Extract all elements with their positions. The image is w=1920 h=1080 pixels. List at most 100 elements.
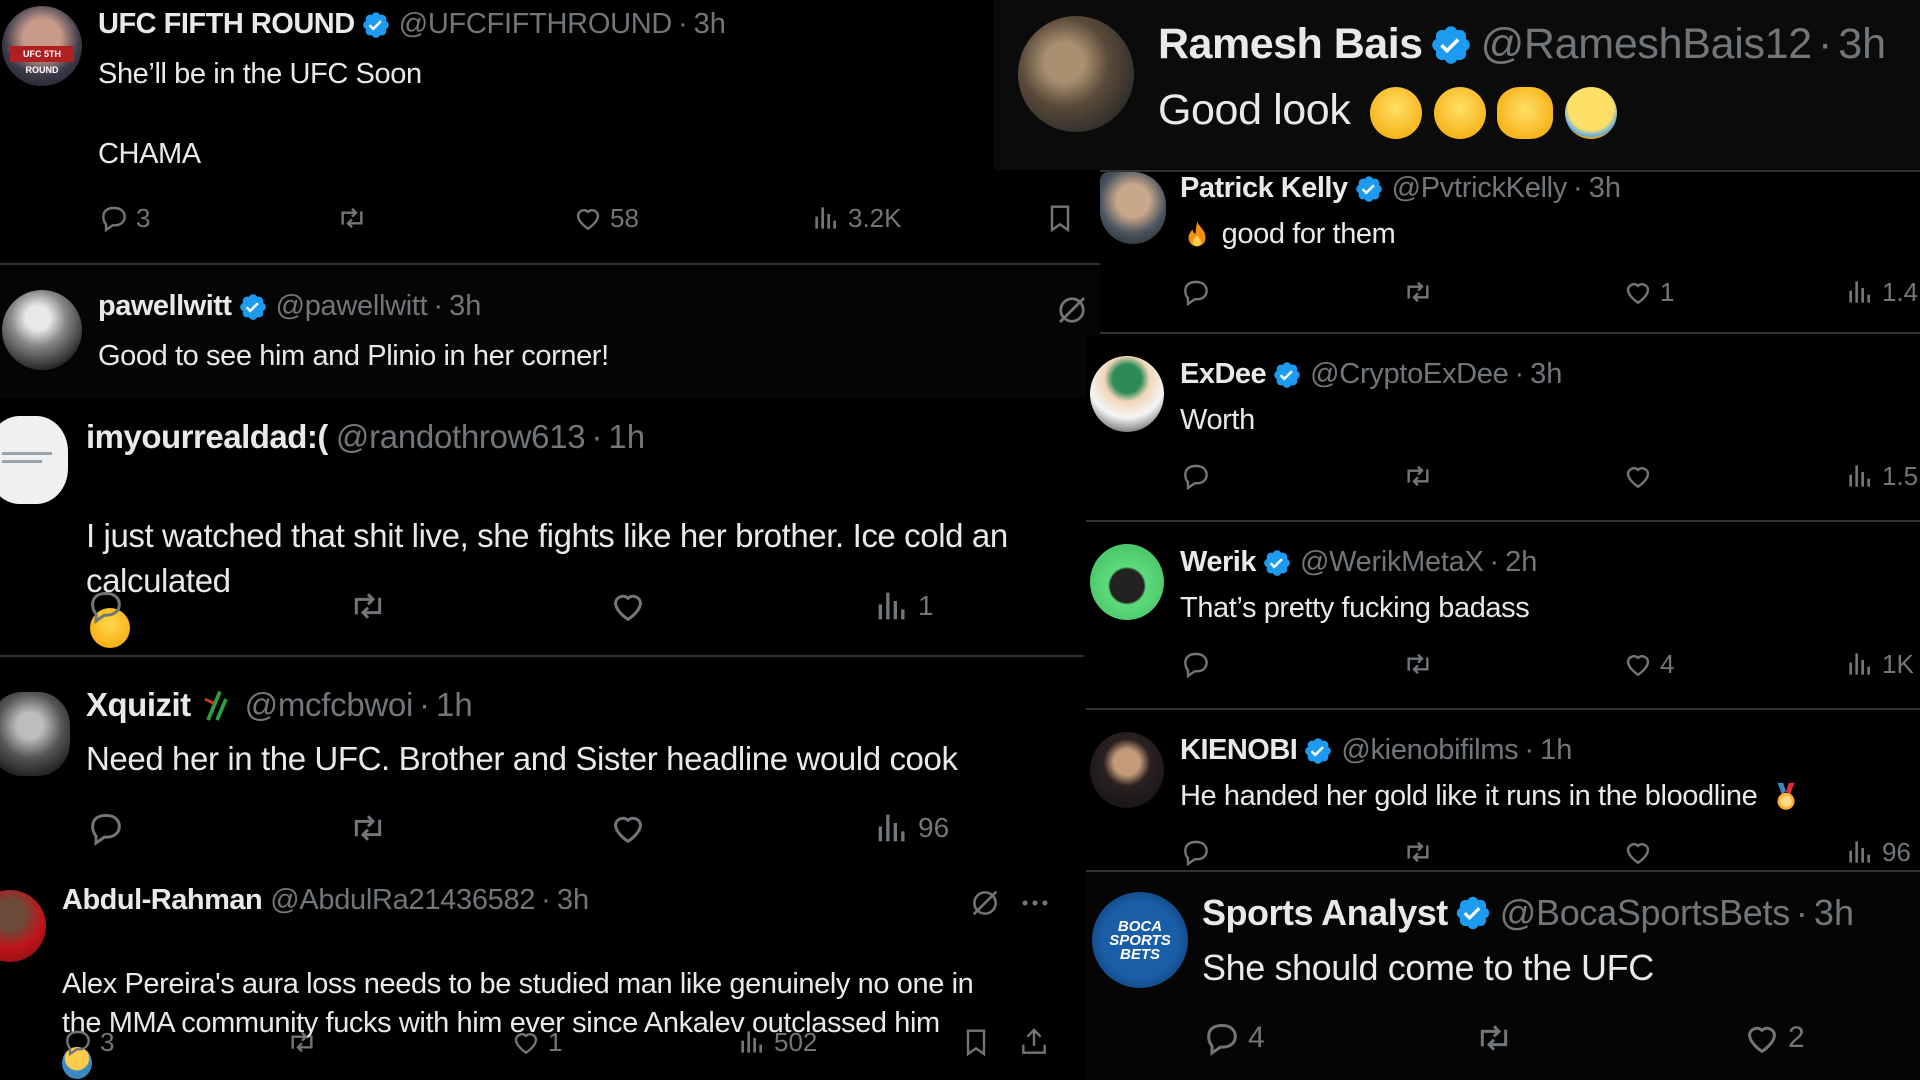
author-name[interactable]: pawellwitt bbox=[98, 290, 232, 323]
like-button[interactable] bbox=[608, 586, 648, 626]
author-name[interactable]: Xquizit bbox=[86, 686, 191, 724]
author-handle[interactable]: @BocaSportsBets bbox=[1500, 892, 1790, 934]
views-button[interactable]: 1K bbox=[1844, 648, 1914, 680]
avatar[interactable]: BOCA SPORTS BETS bbox=[1092, 892, 1188, 988]
timestamp[interactable]: 3h bbox=[557, 884, 589, 917]
author-name[interactable]: KIENOBI bbox=[1180, 734, 1298, 767]
tweet-abdul-rahman[interactable]: Abdul-Rahman @AbdulRa21436582 · 3h Alex … bbox=[0, 872, 1084, 1080]
like-button[interactable]: 1 bbox=[510, 1026, 562, 1058]
heart-icon bbox=[1626, 283, 1650, 305]
avatar[interactable] bbox=[0, 416, 68, 504]
author-name[interactable]: UFC FIFTH ROUND bbox=[98, 8, 355, 41]
tweet-exdee[interactable]: ExDee @CryptoExDee · 3h Worth 1.5 bbox=[1086, 336, 1920, 520]
views-button[interactable]: 96 bbox=[1844, 836, 1911, 868]
author-handle[interactable]: @WerikMetaX bbox=[1300, 546, 1484, 579]
share-button[interactable] bbox=[1018, 1026, 1050, 1058]
reply-button[interactable] bbox=[1180, 648, 1212, 680]
tweet-ufc-fifth-round[interactable]: UFC 5TH ROUND UFC FIFTH ROUND @UFCFIFTHR… bbox=[0, 0, 1100, 266]
timestamp[interactable]: 3h bbox=[1838, 20, 1886, 69]
tweet-text: That’s pretty fucking badass bbox=[1180, 592, 1530, 624]
like-button[interactable] bbox=[1622, 460, 1654, 492]
views-button[interactable]: 96 bbox=[872, 808, 949, 848]
author-handle[interactable]: @kienobifilms bbox=[1341, 734, 1518, 767]
author-handle[interactable]: @AbdulRa21436582 bbox=[270, 884, 535, 917]
timestamp[interactable]: 3h bbox=[449, 290, 481, 323]
avatar[interactable] bbox=[0, 692, 70, 776]
grok-icon[interactable] bbox=[968, 886, 1002, 920]
reply-button[interactable]: 3 bbox=[62, 1026, 114, 1058]
author-handle[interactable]: @PvtrickKelly bbox=[1392, 172, 1568, 205]
author-name[interactable]: Sports Analyst bbox=[1202, 892, 1448, 934]
timestamp[interactable]: 1h bbox=[436, 686, 473, 724]
reply-button[interactable] bbox=[86, 808, 126, 848]
views-button[interactable]: 1.5 bbox=[1844, 460, 1918, 492]
timestamp[interactable]: 3h bbox=[694, 8, 726, 41]
repost-button[interactable] bbox=[334, 202, 370, 234]
timestamp[interactable]: 2h bbox=[1505, 546, 1537, 579]
more-options-icon[interactable] bbox=[1018, 886, 1052, 920]
bookmark-button[interactable] bbox=[960, 1026, 992, 1058]
views-button[interactable]: 502 bbox=[736, 1026, 817, 1058]
reply-button[interactable]: 3 bbox=[98, 202, 150, 234]
avatar[interactable] bbox=[0, 890, 46, 962]
grok-icon[interactable] bbox=[1054, 292, 1090, 328]
avatar[interactable] bbox=[1018, 16, 1134, 132]
author-handle[interactable]: @CryptoExDee bbox=[1310, 358, 1509, 391]
timestamp[interactable]: 1h bbox=[1540, 734, 1572, 767]
like-button[interactable]: 58 bbox=[572, 202, 639, 234]
repost-button[interactable] bbox=[1400, 460, 1436, 492]
author-handle[interactable]: @UFCFIFTHROUND bbox=[399, 8, 673, 41]
reply-button[interactable]: 4 bbox=[1202, 1018, 1265, 1058]
reply-button[interactable] bbox=[1180, 460, 1212, 492]
bookmark-icon bbox=[1050, 205, 1070, 233]
repost-button[interactable] bbox=[346, 808, 390, 848]
tweet-ramesh-bais[interactable]: Ramesh Bais @RameshBais12 · 3h Good look bbox=[994, 0, 1920, 170]
views-button[interactable]: 3.2K bbox=[810, 202, 902, 234]
author-name[interactable]: Abdul-Rahman bbox=[62, 884, 263, 917]
author-name[interactable]: imyourrealdad:( bbox=[86, 418, 328, 456]
views-button[interactable]: 1 bbox=[872, 586, 934, 626]
repost-button[interactable] bbox=[1400, 276, 1436, 308]
like-button[interactable]: 4 bbox=[1622, 648, 1674, 680]
avatar[interactable] bbox=[1090, 544, 1164, 620]
like-button[interactable] bbox=[608, 808, 648, 848]
timestamp[interactable]: 3h bbox=[1814, 892, 1854, 934]
repost-button[interactable] bbox=[1472, 1018, 1516, 1058]
like-button[interactable] bbox=[1622, 836, 1654, 868]
like-button[interactable]: 2 bbox=[1742, 1018, 1805, 1058]
author-handle[interactable]: @pawellwitt bbox=[276, 290, 428, 323]
avatar[interactable] bbox=[1090, 732, 1164, 808]
repost-button[interactable] bbox=[284, 1026, 320, 1058]
tweet-pawellwitt[interactable]: pawellwitt @pawellwitt · 3h Good to see … bbox=[0, 270, 1100, 398]
timestamp[interactable]: 3h bbox=[1589, 172, 1621, 205]
author-name[interactable]: ExDee bbox=[1180, 358, 1267, 391]
reply-count: 3 bbox=[136, 202, 151, 233]
repost-button[interactable] bbox=[1400, 648, 1436, 680]
author-handle[interactable]: @mcfcbwoi bbox=[245, 686, 414, 724]
reply-button[interactable] bbox=[1180, 836, 1212, 868]
bookmark-button[interactable] bbox=[1044, 202, 1076, 234]
avatar[interactable] bbox=[1090, 356, 1164, 432]
author-name[interactable]: Patrick Kelly bbox=[1180, 172, 1348, 205]
reply-button[interactable] bbox=[1180, 276, 1212, 308]
author-name[interactable]: Werik bbox=[1180, 546, 1256, 579]
tweet-kienobi[interactable]: KIENOBI @kienobifilms · 1h He handed her… bbox=[1086, 712, 1920, 870]
author-handle[interactable]: @randothrow613 bbox=[336, 418, 586, 456]
author-name[interactable]: Ramesh Bais bbox=[1158, 20, 1423, 69]
avatar[interactable]: UFC 5TH ROUND bbox=[2, 6, 82, 86]
tweet-werik[interactable]: Werik @WerikMetaX · 2h That’s pretty fuc… bbox=[1086, 524, 1920, 708]
tweet-patrick-kelly[interactable]: Patrick Kelly @PvtrickKelly · 3h good fo… bbox=[1100, 172, 1920, 332]
avatar[interactable] bbox=[2, 290, 82, 370]
timestamp[interactable]: 1h bbox=[608, 418, 645, 456]
reply-button[interactable] bbox=[86, 586, 126, 626]
timestamp[interactable]: 3h bbox=[1530, 358, 1562, 391]
repost-button[interactable] bbox=[346, 586, 390, 626]
tweet-imyourrealdad[interactable]: imyourrealdad:( @randothrow613 · 1h I ju… bbox=[0, 400, 1084, 652]
repost-button[interactable] bbox=[1400, 836, 1436, 868]
author-handle[interactable]: @RameshBais12 bbox=[1481, 20, 1813, 69]
like-button[interactable]: 1 bbox=[1622, 276, 1674, 308]
views-button[interactable]: 1.4 bbox=[1844, 276, 1918, 308]
avatar[interactable] bbox=[1100, 172, 1166, 244]
tweet-xquizit[interactable]: Xquizit @mcfcbwoi · 1h Need her in the U… bbox=[0, 660, 1084, 872]
tweet-sports-analyst[interactable]: BOCA SPORTS BETS Sports Analyst @BocaSpo… bbox=[1086, 872, 1920, 1080]
